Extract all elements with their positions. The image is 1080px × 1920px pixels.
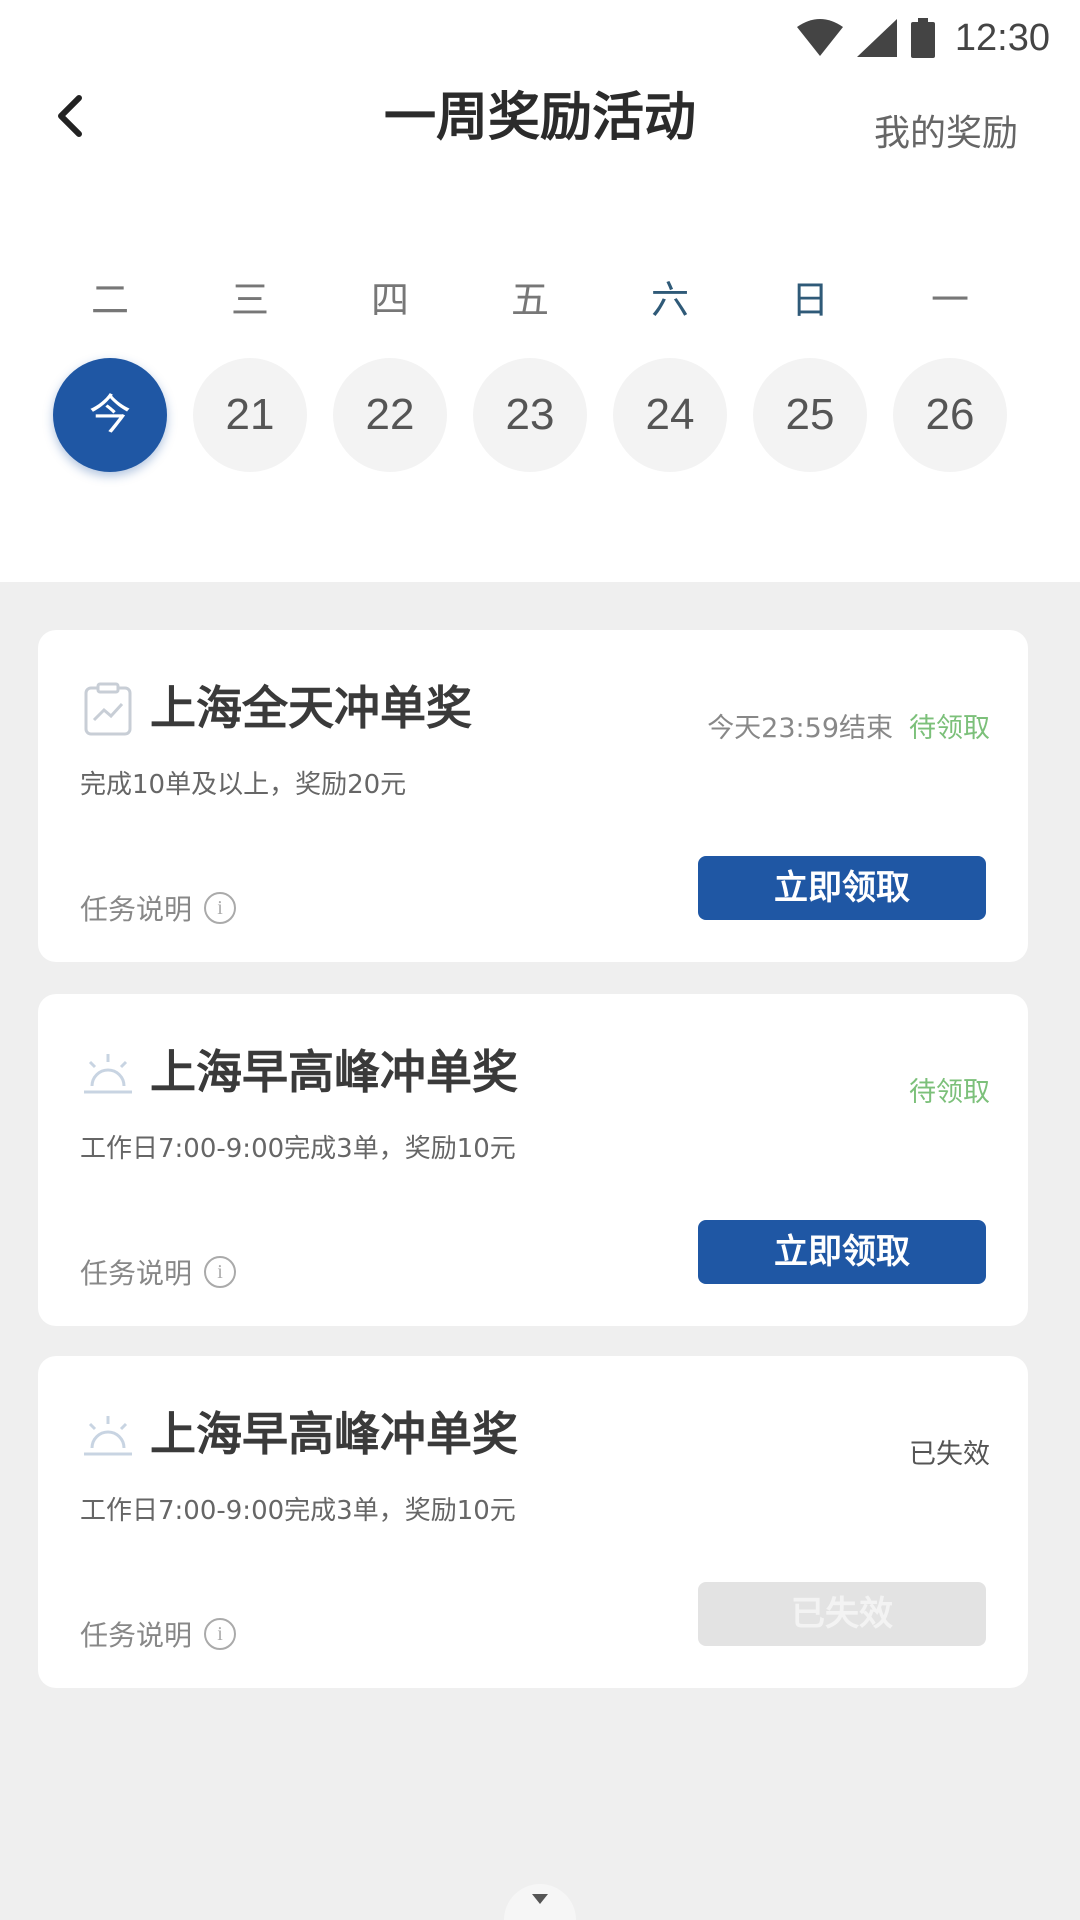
reward-card: 上海早高峰冲单奖 待领取 工作日7:00-9:00完成3单，奖励10元 任务说明… [38, 994, 1028, 1326]
status-bar: 12:30 [796, 8, 1050, 68]
day-date[interactable]: 24 [613, 358, 727, 472]
wifi-icon [796, 19, 843, 56]
card-description: 完成10单及以上，奖励20元 [80, 770, 407, 800]
claim-button[interactable]: 立即领取 [698, 1220, 986, 1284]
task-label: 任务说明 [80, 893, 193, 926]
day-fri[interactable]: 五 23 [470, 270, 590, 472]
day-sun[interactable]: 日 25 [750, 270, 870, 472]
clock: 12:30 [954, 16, 1050, 59]
day-mon[interactable]: 一 26 [890, 270, 1010, 472]
day-thu[interactable]: 四 22 [330, 270, 450, 472]
day-label: 三 [230, 278, 269, 322]
info-icon[interactable]: i [204, 892, 237, 924]
my-rewards-link[interactable]: 我的奖励 [874, 104, 1018, 156]
card-title: 上海早高峰冲单奖 [150, 1407, 518, 1461]
day-date[interactable]: 26 [893, 358, 1007, 472]
reward-card: 上海全天冲单奖 今天23:59结束 待领取 完成10单及以上，奖励20元 任务说明… [38, 630, 1028, 962]
day-label: 五 [510, 278, 549, 322]
claim-button[interactable]: 立即领取 [698, 856, 986, 920]
day-date[interactable]: 23 [473, 358, 587, 472]
task-label: 任务说明 [80, 1257, 193, 1290]
reward-card: 上海早高峰冲单奖 已失效 工作日7:00-9:00完成3单，奖励10元 任务说明… [38, 1356, 1028, 1688]
day-sat[interactable]: 六 24 [610, 270, 730, 472]
signal-icon [856, 19, 897, 57]
battery-icon [910, 18, 935, 58]
sunrise-icon [84, 1416, 132, 1456]
card-description: 工作日7:00-9:00完成3单，奖励10元 [80, 1134, 516, 1164]
day-tue[interactable]: 二 今 [50, 270, 170, 472]
day-date-today[interactable]: 今 [53, 358, 167, 472]
status-badge: 已失效 [909, 1439, 990, 1470]
day-date[interactable]: 22 [333, 358, 447, 472]
clipboard-chart-icon [84, 682, 132, 736]
day-label: 二 [90, 278, 129, 322]
day-label: 日 [790, 278, 829, 322]
status-badge: 待领取 [909, 1077, 990, 1108]
day-label: 六 [650, 278, 689, 322]
status-badge: 待领取 [909, 713, 990, 744]
sunrise-icon [84, 1054, 132, 1094]
day-date[interactable]: 21 [193, 358, 307, 472]
scroll-down-handle[interactable] [504, 1884, 576, 1920]
expired-button: 已失效 [698, 1582, 986, 1646]
day-label: 一 [930, 278, 969, 322]
task-description-link[interactable]: 任务说明 i [80, 888, 237, 928]
card-title: 上海全天冲单奖 [150, 681, 472, 735]
week-selector: 二 今 三 21 四 22 五 23 六 24 日 25 一 26 [50, 270, 1020, 472]
card-meta: 今天23:59结束 待领取 [707, 706, 990, 745]
info-icon[interactable]: i [204, 1618, 237, 1650]
card-description: 工作日7:00-9:00完成3单，奖励10元 [80, 1496, 516, 1526]
day-label: 四 [370, 278, 409, 322]
day-wed[interactable]: 三 21 [190, 270, 310, 472]
day-date[interactable]: 25 [753, 358, 867, 472]
card-title: 上海早高峰冲单奖 [150, 1045, 518, 1099]
caret-down-icon [532, 1894, 548, 1904]
task-description-link[interactable]: 任务说明 i [80, 1614, 237, 1654]
card-meta: 已失效 [893, 1432, 990, 1471]
info-icon[interactable]: i [204, 1256, 237, 1288]
task-label: 任务说明 [80, 1619, 193, 1652]
task-description-link[interactable]: 任务说明 i [80, 1252, 237, 1292]
deadline-text: 今天23:59结束 [707, 713, 893, 744]
card-meta: 待领取 [893, 1070, 990, 1109]
